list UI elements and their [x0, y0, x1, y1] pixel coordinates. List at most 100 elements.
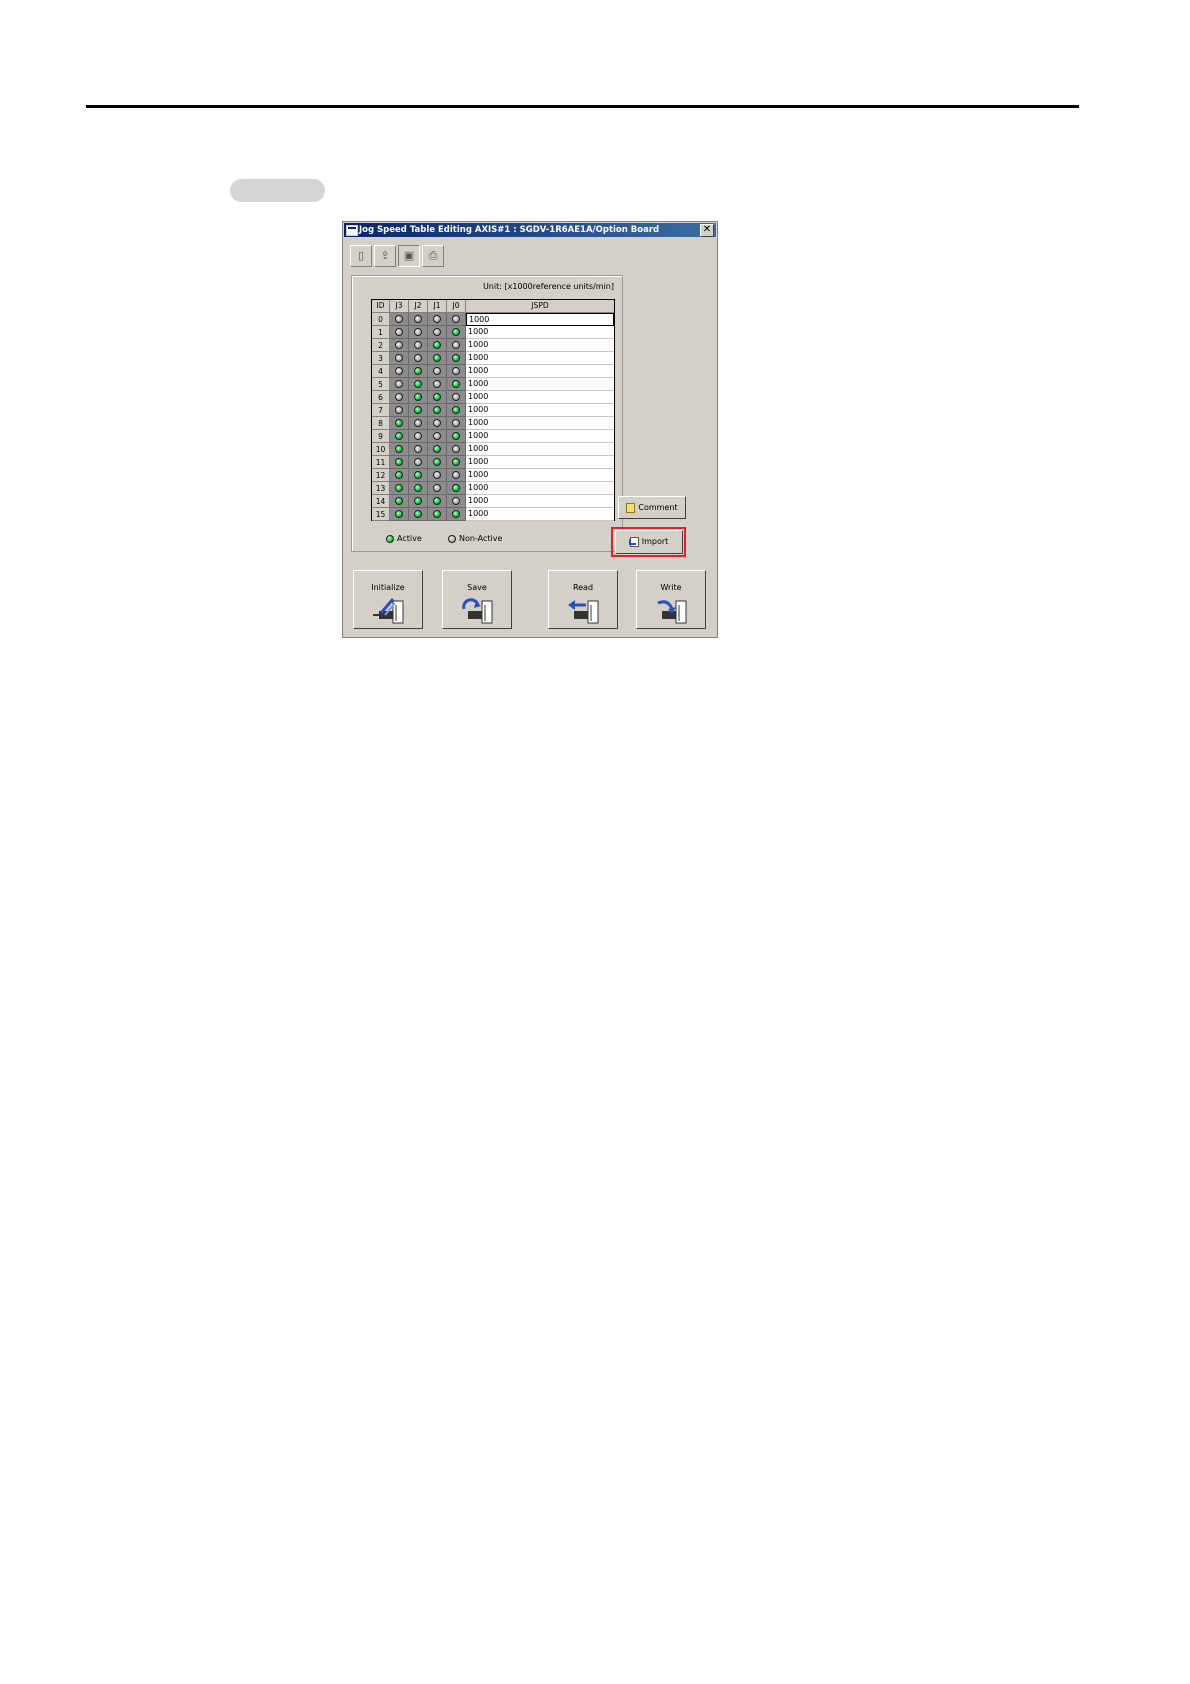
bit-cell-j0	[447, 391, 466, 404]
bit-cell-j2	[409, 508, 428, 521]
active-led-icon	[433, 341, 441, 349]
bit-cell-j2	[409, 482, 428, 495]
table-row[interactable]: 15 1000	[372, 508, 614, 521]
bit-cell-j1	[428, 391, 447, 404]
active-led-icon	[414, 510, 422, 518]
import-button[interactable]: Import	[615, 530, 683, 554]
inactive-led-icon	[395, 328, 403, 336]
bit-cell-j1	[428, 404, 447, 417]
table-row[interactable]: 14 1000	[372, 495, 614, 508]
bit-cell-j1	[428, 339, 447, 352]
write-button[interactable]: Write	[636, 570, 706, 629]
read-label: Read	[572, 583, 594, 592]
bit-cell-j1	[428, 482, 447, 495]
bit-cell-j3	[390, 378, 409, 391]
jspd-value-cell[interactable]: 1000	[466, 339, 614, 352]
legend-active: Active	[386, 534, 422, 544]
jspd-value-cell[interactable]: 1000	[466, 404, 614, 417]
active-led-icon	[433, 406, 441, 414]
bit-cell-j0	[447, 339, 466, 352]
read-button[interactable]: Read	[548, 570, 618, 629]
bit-cell-j2	[409, 365, 428, 378]
jspd-value-cell[interactable]: 1000	[466, 391, 614, 404]
table-row[interactable]: 2 1000	[372, 339, 614, 352]
step-label-pill	[230, 179, 325, 202]
save-file-icon[interactable]: ▣	[398, 245, 420, 267]
row-id-cell: 4	[372, 365, 390, 378]
inactive-led-icon	[414, 432, 422, 440]
active-led-icon	[395, 432, 403, 440]
jspd-value-cell[interactable]: 1000	[466, 495, 614, 508]
jspd-value-cell[interactable]: 1000	[466, 326, 614, 339]
bit-cell-j2	[409, 417, 428, 430]
inactive-led-icon	[448, 534, 456, 543]
table-row[interactable]: 6 1000	[372, 391, 614, 404]
inactive-led-icon	[395, 406, 403, 414]
table-row[interactable]: 3 1000	[372, 352, 614, 365]
jog-speed-table-window: Jog Speed Table Editing AXIS#1 : SGDV-1R…	[342, 221, 718, 638]
active-led-icon	[414, 380, 422, 388]
jspd-value-cell[interactable]: 1000	[466, 378, 614, 391]
jspd-value-cell[interactable]: 1000	[466, 352, 614, 365]
jspd-value-cell[interactable]: 1000	[466, 417, 614, 430]
close-icon[interactable]: ✕	[700, 224, 714, 237]
inactive-led-icon	[452, 445, 460, 453]
unit-label: Unit: [x1000reference units/min]	[482, 282, 614, 291]
active-led-icon	[452, 510, 460, 518]
initialize-button[interactable]: Initialize	[353, 570, 423, 629]
table-row[interactable]: 7 1000	[372, 404, 614, 417]
bit-cell-j1	[428, 508, 447, 521]
active-led-icon	[395, 458, 403, 466]
bit-cell-j3	[390, 482, 409, 495]
table-row[interactable]: 1 1000	[372, 326, 614, 339]
bit-cell-j3	[390, 469, 409, 482]
table-row[interactable]: 5 1000	[372, 378, 614, 391]
bit-cell-j2	[409, 404, 428, 417]
bit-cell-j3	[390, 365, 409, 378]
print-icon[interactable]: ⎙	[422, 245, 444, 267]
comment-icon	[626, 502, 636, 513]
save-button[interactable]: Save	[442, 570, 512, 629]
jspd-value-cell[interactable]: 1000	[466, 443, 614, 456]
row-id-cell: 15	[372, 508, 390, 521]
table-row[interactable]: 9 1000	[372, 430, 614, 443]
active-led-icon	[395, 510, 403, 518]
comment-button[interactable]: Comment	[618, 496, 686, 519]
inactive-led-icon	[433, 419, 441, 427]
table-row[interactable]: 11 1000	[372, 456, 614, 469]
table-row[interactable]: 0 1000	[372, 313, 614, 326]
table-row[interactable]: 4 1000	[372, 365, 614, 378]
bit-cell-j2	[409, 378, 428, 391]
bit-cell-j0	[447, 378, 466, 391]
row-id-cell: 3	[372, 352, 390, 365]
jspd-value-cell[interactable]: 1000	[466, 482, 614, 495]
read-icon	[568, 600, 599, 624]
initialize-label: Initialize	[371, 583, 405, 592]
inactive-led-icon	[433, 471, 441, 479]
jspd-value-cell[interactable]: 1000	[466, 365, 614, 378]
bit-cell-j2	[409, 430, 428, 443]
jspd-value-cell[interactable]: 1000	[466, 469, 614, 482]
active-led-icon	[452, 328, 460, 336]
inactive-led-icon	[452, 471, 460, 479]
table-row[interactable]: 8 1000	[372, 417, 614, 430]
inactive-led-icon	[395, 354, 403, 362]
bit-cell-j1	[428, 469, 447, 482]
bit-cell-j2	[409, 469, 428, 482]
new-file-icon[interactable]: ▯	[350, 245, 372, 267]
table-row[interactable]: 12 1000	[372, 469, 614, 482]
jspd-value-cell[interactable]: 1000	[466, 313, 614, 326]
jspd-value-cell[interactable]: 1000	[466, 456, 614, 469]
inactive-led-icon	[433, 484, 441, 492]
table-row[interactable]: 13 1000	[372, 482, 614, 495]
jspd-value-cell[interactable]: 1000	[466, 430, 614, 443]
bit-cell-j2	[409, 456, 428, 469]
table-row[interactable]: 10 1000	[372, 443, 614, 456]
open-file-icon[interactable]: ⇪	[374, 245, 396, 267]
jspd-value-cell[interactable]: 1000	[466, 508, 614, 521]
row-id-cell: 6	[372, 391, 390, 404]
bit-cell-j1	[428, 313, 447, 326]
bit-cell-j2	[409, 326, 428, 339]
bit-cell-j0	[447, 430, 466, 443]
row-id-cell: 2	[372, 339, 390, 352]
